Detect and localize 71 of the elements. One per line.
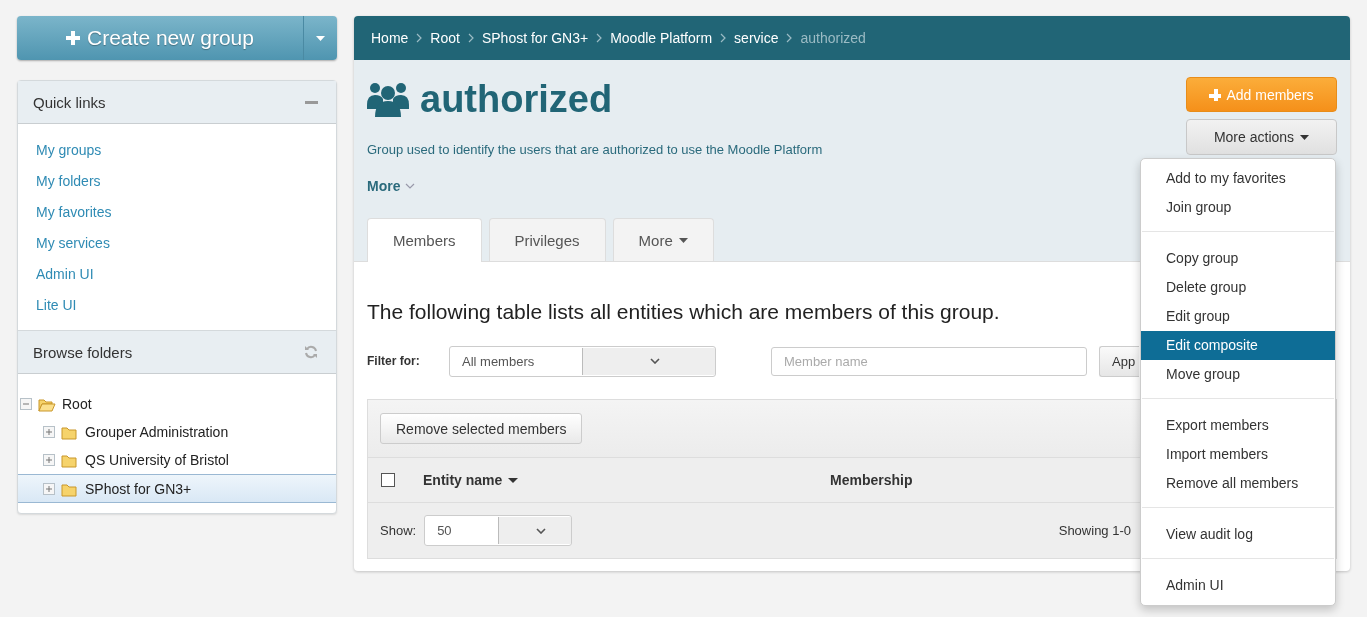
- collapse-icon[interactable]: [20, 398, 32, 410]
- quick-link[interactable]: My services: [36, 233, 110, 254]
- chevron-icon: [596, 33, 603, 43]
- breadcrumb-link[interactable]: Home: [371, 30, 409, 46]
- member-name-field[interactable]: Member name: [771, 346, 1087, 376]
- column-header[interactable]: Membership: [830, 472, 913, 488]
- menu-item[interactable]: Import members: [1141, 440, 1335, 469]
- menu-item[interactable]: Export members: [1141, 411, 1335, 440]
- tree-item[interactable]: SPhost for GN3+: [18, 474, 336, 503]
- menu-item[interactable]: Move group: [1141, 360, 1335, 389]
- expand-icon[interactable]: [43, 426, 55, 438]
- tab[interactable]: More: [612, 218, 714, 261]
- tab[interactable]: Privileges: [488, 218, 606, 261]
- quick-link[interactable]: My folders: [36, 171, 101, 192]
- open-folder-icon: [38, 396, 56, 412]
- page-size-select[interactable]: 50: [424, 515, 573, 546]
- apply-button[interactable]: App: [1099, 345, 1139, 377]
- show-label: Show:: [380, 523, 417, 538]
- menu-item[interactable]: View audit log: [1141, 520, 1335, 549]
- select-all-checkbox[interactable]: [381, 473, 395, 487]
- showing-count: Showing 1-0: [1058, 523, 1131, 538]
- group-description: Group used to identify the users that are authorized to use the Moodle Platform: [367, 142, 823, 157]
- breadcrumb-link[interactable]: Root: [430, 30, 460, 46]
- expand-icon[interactable]: [43, 482, 55, 495]
- menu-item[interactable]: Delete group: [1141, 273, 1335, 302]
- quick-link[interactable]: Lite UI: [36, 295, 77, 316]
- folder-icon: [61, 452, 79, 468]
- group-title: authorized: [420, 77, 613, 121]
- chevron-icon: [535, 527, 546, 534]
- chevron-icon: [416, 33, 423, 43]
- menu-item[interactable]: Join group: [1141, 193, 1335, 222]
- table-description: The following table lists all entities which are members of this group.: [367, 300, 1000, 324]
- caret-icon: [1300, 134, 1310, 140]
- chevron-icon: [405, 183, 416, 189]
- more-link[interactable]: More: [367, 178, 416, 194]
- remove-selected-button[interactable]: Remove selected members: [380, 413, 583, 444]
- folder-icon: [61, 424, 79, 440]
- quick-link[interactable]: My favorites: [36, 202, 112, 223]
- quick-link[interactable]: Admin UI: [36, 264, 94, 285]
- tree-item[interactable]: Root: [18, 390, 336, 418]
- menu-item[interactable]: Edit composite: [1141, 331, 1335, 360]
- refresh-icon: [304, 345, 318, 359]
- plus-icon: [66, 31, 81, 45]
- chevron-icon: [467, 33, 474, 43]
- sort-icon: [508, 477, 519, 483]
- more-actions-button[interactable]: More actions: [1186, 119, 1337, 155]
- filter-select[interactable]: All members: [449, 345, 716, 377]
- expand-icon[interactable]: [43, 454, 55, 466]
- breadcrumb-link[interactable]: SPhost for GN3+: [481, 30, 589, 46]
- filter-label: Filter for:: [367, 354, 421, 368]
- quick-link[interactable]: My groups: [36, 140, 102, 161]
- menu-item[interactable]: Admin UI: [1141, 571, 1335, 600]
- users-icon: [367, 81, 409, 117]
- chevron-icon: [786, 33, 793, 43]
- menu-item[interactable]: Remove all members: [1141, 469, 1335, 498]
- menu-item[interactable]: Add to my favorites: [1141, 164, 1335, 193]
- column-header[interactable]: Entity name: [423, 472, 830, 488]
- caret-icon: [316, 35, 325, 41]
- menu-item[interactable]: Edit group: [1141, 302, 1335, 331]
- tab[interactable]: Members: [367, 218, 482, 262]
- chevron-icon: [650, 358, 660, 364]
- tree-item[interactable]: Grouper Administration: [18, 418, 336, 446]
- panel-title: Quick links: [33, 93, 106, 111]
- caret-icon: [678, 237, 688, 243]
- plus-icon: [1209, 88, 1222, 101]
- chevron-icon: [720, 33, 727, 43]
- breadcrumb-link[interactable]: Moodle Platform: [610, 30, 713, 46]
- breadcrumb-link[interactable]: service: [734, 30, 779, 46]
- tree-item[interactable]: QS University of Bristol: [18, 446, 336, 474]
- panel-title: Browse folders: [33, 343, 133, 361]
- menu-item[interactable]: Copy group: [1141, 244, 1335, 273]
